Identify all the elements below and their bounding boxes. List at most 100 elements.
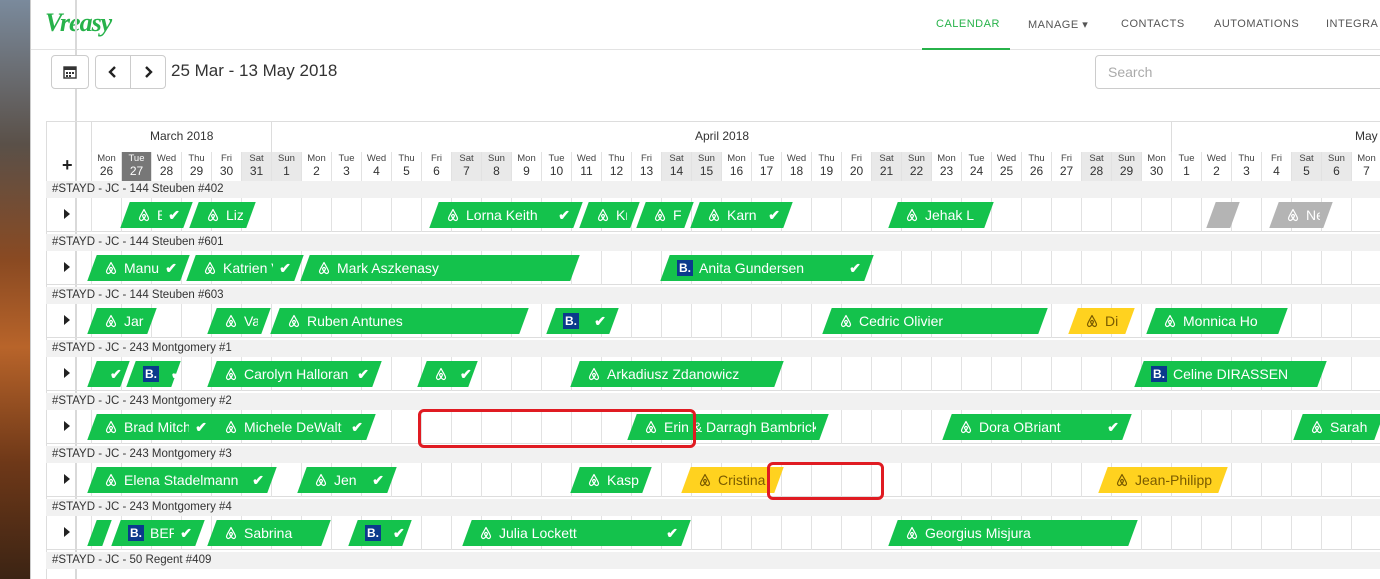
booking-bar[interactable]: Ben ✔ (120, 202, 193, 228)
day-cell-divider (1021, 251, 1022, 285)
booking-bar[interactable]: B. Celine DIRASSEN (1134, 361, 1327, 387)
booking-bar[interactable]: Carolyn Halloran ✔ (207, 361, 382, 387)
day-number: 17 (759, 164, 774, 178)
booking-bar[interactable]: Georgius Misjura (888, 520, 1138, 546)
nav-calendar[interactable]: CALENDAR (936, 18, 1000, 30)
booking-bar[interactable]: Jen ✔ (297, 467, 397, 493)
booking-bar[interactable]: Monnica Ho (1146, 308, 1288, 334)
day-cell-divider (781, 516, 782, 550)
expand-row-icon[interactable] (64, 262, 70, 272)
booking-bar[interactable]: Cedric Olivier (822, 308, 1048, 334)
booking-bar[interactable]: Lorna Keith ✔ (429, 202, 583, 228)
booking-bar[interactable]: Kri (579, 202, 640, 228)
day-header-cell: Fri 13 (631, 152, 661, 181)
expand-row-icon[interactable] (64, 315, 70, 325)
booking-content: ✔ (92, 361, 125, 387)
calendar-picker-button[interactable] (51, 55, 89, 89)
highlight-booking-cristina (767, 462, 884, 500)
booking-bar[interactable]: B. BER ✔ (111, 520, 205, 546)
booking-bar[interactable]: Jean-Philipp (1098, 467, 1228, 493)
day-cell-divider (361, 198, 362, 232)
weekday-label: Sat (249, 153, 264, 164)
booking-bar[interactable]: Di (1068, 308, 1135, 334)
booking-content (1211, 202, 1235, 228)
booking-bar[interactable]: Va (207, 308, 271, 334)
add-booking-button[interactable]: + (62, 155, 73, 176)
booking-bar[interactable]: Liz (189, 202, 256, 228)
expand-row-icon[interactable] (64, 368, 70, 378)
expand-row-icon[interactable] (64, 209, 70, 219)
booking-bar[interactable] (1206, 202, 1240, 228)
day-cell-divider (1261, 251, 1262, 285)
booking-bar[interactable]: Sarah I (1293, 414, 1380, 440)
day-cell-divider (1231, 410, 1232, 444)
day-cell-divider (961, 463, 962, 497)
day-number: 26 (1029, 164, 1044, 178)
booking-bar[interactable]: B. ✔ (546, 308, 619, 334)
booking-bar[interactable]: Elena Stadelmann ✔ (87, 467, 277, 493)
booking-content: Va (212, 308, 266, 334)
row-divider (46, 337, 1380, 338)
checkmark-icon: ✔ (168, 206, 180, 223)
booking-bar[interactable]: Michele DeWalt ✔ (207, 414, 376, 440)
day-cell-divider (1351, 304, 1352, 338)
guest-name: Jen (334, 472, 357, 488)
booking-bar[interactable]: Manue ✔ (87, 255, 190, 281)
day-cell-divider (421, 463, 422, 497)
booking-bar[interactable]: ✔ (417, 361, 478, 387)
nav-integrations[interactable]: INTEGRA (1326, 18, 1378, 30)
weekday-label: Tue (128, 153, 145, 164)
booking-bar[interactable]: Sabrina (207, 520, 331, 546)
guest-name: Ne (1306, 207, 1320, 223)
booking-bar[interactable]: Ne (1269, 202, 1333, 228)
expand-row-icon[interactable] (64, 527, 70, 537)
weekday-label: Mon (727, 153, 746, 164)
calendar-grid: March 2018 April 2018 May + Mon 26 Tue 27 We… (46, 121, 1380, 579)
day-header-cell: Sun 22 (901, 152, 931, 181)
day-cell-divider (961, 357, 962, 391)
booking-bar[interactable]: Katrien Va ✔ (186, 255, 304, 281)
booking-bar[interactable]: Dora OBriant ✔ (942, 414, 1132, 440)
app-logo[interactable]: Vreasy (45, 8, 112, 38)
booking-bar[interactable]: Mark Aszkenasy (300, 255, 580, 281)
day-header-cell: Tue 27 (121, 152, 151, 181)
day-cell-divider (781, 304, 782, 338)
property-row: Jare Va Ruben Antunes B. ✔ Cedric Olivier Di Mo… (46, 304, 1380, 338)
booking-bar[interactable]: B. Anita Gundersen ✔ (660, 255, 874, 281)
day-cell-divider (931, 410, 932, 444)
booking-content: Lorna Keith ✔ (434, 202, 578, 228)
search-input[interactable] (1095, 55, 1380, 89)
day-cell-divider (91, 198, 92, 232)
day-cell-divider (1261, 516, 1262, 550)
expand-row-icon[interactable] (64, 421, 70, 431)
day-cell-divider (721, 304, 722, 338)
booking-bar[interactable]: B. ✔ (126, 361, 181, 387)
nav-contacts[interactable]: CONTACTS (1121, 18, 1185, 30)
booking-bar[interactable]: Brad Mitch ✔ (87, 414, 220, 440)
booking-bar[interactable]: Kaspar (570, 467, 652, 493)
booking-bar[interactable]: Julia Lockett ✔ (462, 520, 691, 546)
booking-bar[interactable]: Jare (87, 308, 157, 334)
booking-bar[interactable]: B. ✔ (348, 520, 412, 546)
day-cell-divider (1291, 304, 1292, 338)
chevron-right-icon (145, 66, 153, 78)
booking-bar[interactable]: Jehak L (888, 202, 994, 228)
booking-bar[interactable]: ✔ (87, 361, 130, 387)
booking-content: B. BER ✔ (116, 520, 200, 546)
previous-period-button[interactable] (95, 55, 131, 89)
weekday-label: Tue (338, 153, 355, 164)
day-cell-divider (1051, 304, 1052, 338)
guest-name: Cristina (718, 472, 766, 488)
airbnb-icon (105, 420, 117, 434)
next-period-button[interactable] (130, 55, 166, 89)
booking-bar[interactable]: Karn ✔ (690, 202, 793, 228)
booking-bar[interactable]: Arkadiusz Zdanowicz (570, 361, 784, 387)
property-name: #STAYD - JC - 243 Montgomery #1 (46, 340, 1380, 357)
day-header-cell: Tue 10 (541, 152, 571, 181)
booking-bar[interactable]: Ruben Antunes (270, 308, 529, 334)
booking-bar[interactable]: Fra (636, 202, 694, 228)
expand-row-icon[interactable] (64, 474, 70, 484)
day-cell-divider (1231, 463, 1232, 497)
nav-automations[interactable]: AUTOMATIONS (1214, 18, 1299, 30)
nav-manage[interactable]: MANAGE ▾ (1028, 18, 1088, 31)
